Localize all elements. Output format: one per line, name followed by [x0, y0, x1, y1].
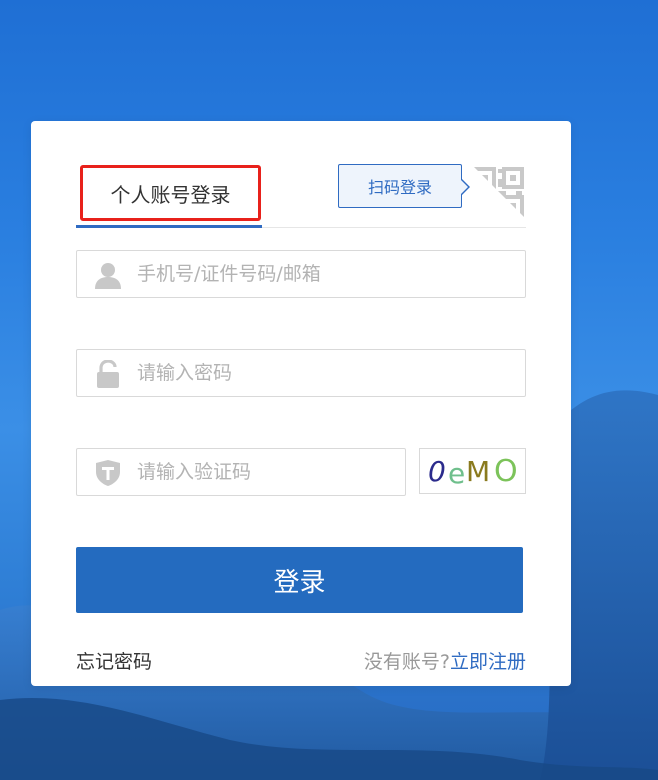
svg-text:M: M	[466, 455, 490, 488]
login-card: 个人账号登录 扫码登录 手机号/证件号码/邮箱 请输入验证码 0 e M O 登…	[31, 121, 571, 686]
captcha-input[interactable]	[137, 449, 387, 495]
register-prompt: 没有账号?立即注册	[364, 647, 526, 674]
qr-code-icon[interactable]	[472, 165, 526, 219]
captcha-field	[76, 448, 406, 496]
active-tab-underline	[76, 225, 262, 228]
tab-personal-login-label: 个人账号登录	[110, 182, 231, 207]
captcha-image[interactable]: 0 e M O	[419, 448, 526, 494]
lock-icon	[97, 360, 119, 388]
password-field	[76, 349, 526, 397]
svg-text:O: O	[494, 454, 518, 489]
shield-icon	[96, 460, 120, 486]
password-input[interactable]	[137, 350, 507, 396]
user-icon	[95, 263, 121, 289]
qr-login-tip-label: 扫码登录	[367, 178, 432, 197]
svg-text:e: e	[448, 457, 465, 490]
login-button-label: 登录	[273, 567, 326, 598]
forgot-password-link[interactable]: 忘记密码	[76, 647, 152, 674]
tab-personal-login[interactable]: 个人账号登录	[80, 165, 261, 221]
qr-login-tip[interactable]: 扫码登录	[338, 164, 470, 208]
svg-text:0: 0	[428, 455, 446, 488]
register-link[interactable]: 立即注册	[450, 651, 526, 673]
qr-tip-arrow	[460, 178, 470, 196]
account-field	[76, 250, 526, 298]
account-input[interactable]	[137, 251, 507, 297]
no-account-text: 没有账号?	[363, 651, 450, 673]
login-button[interactable]: 登录	[76, 547, 523, 613]
captcha-graphic: 0 e M O	[428, 454, 518, 490]
